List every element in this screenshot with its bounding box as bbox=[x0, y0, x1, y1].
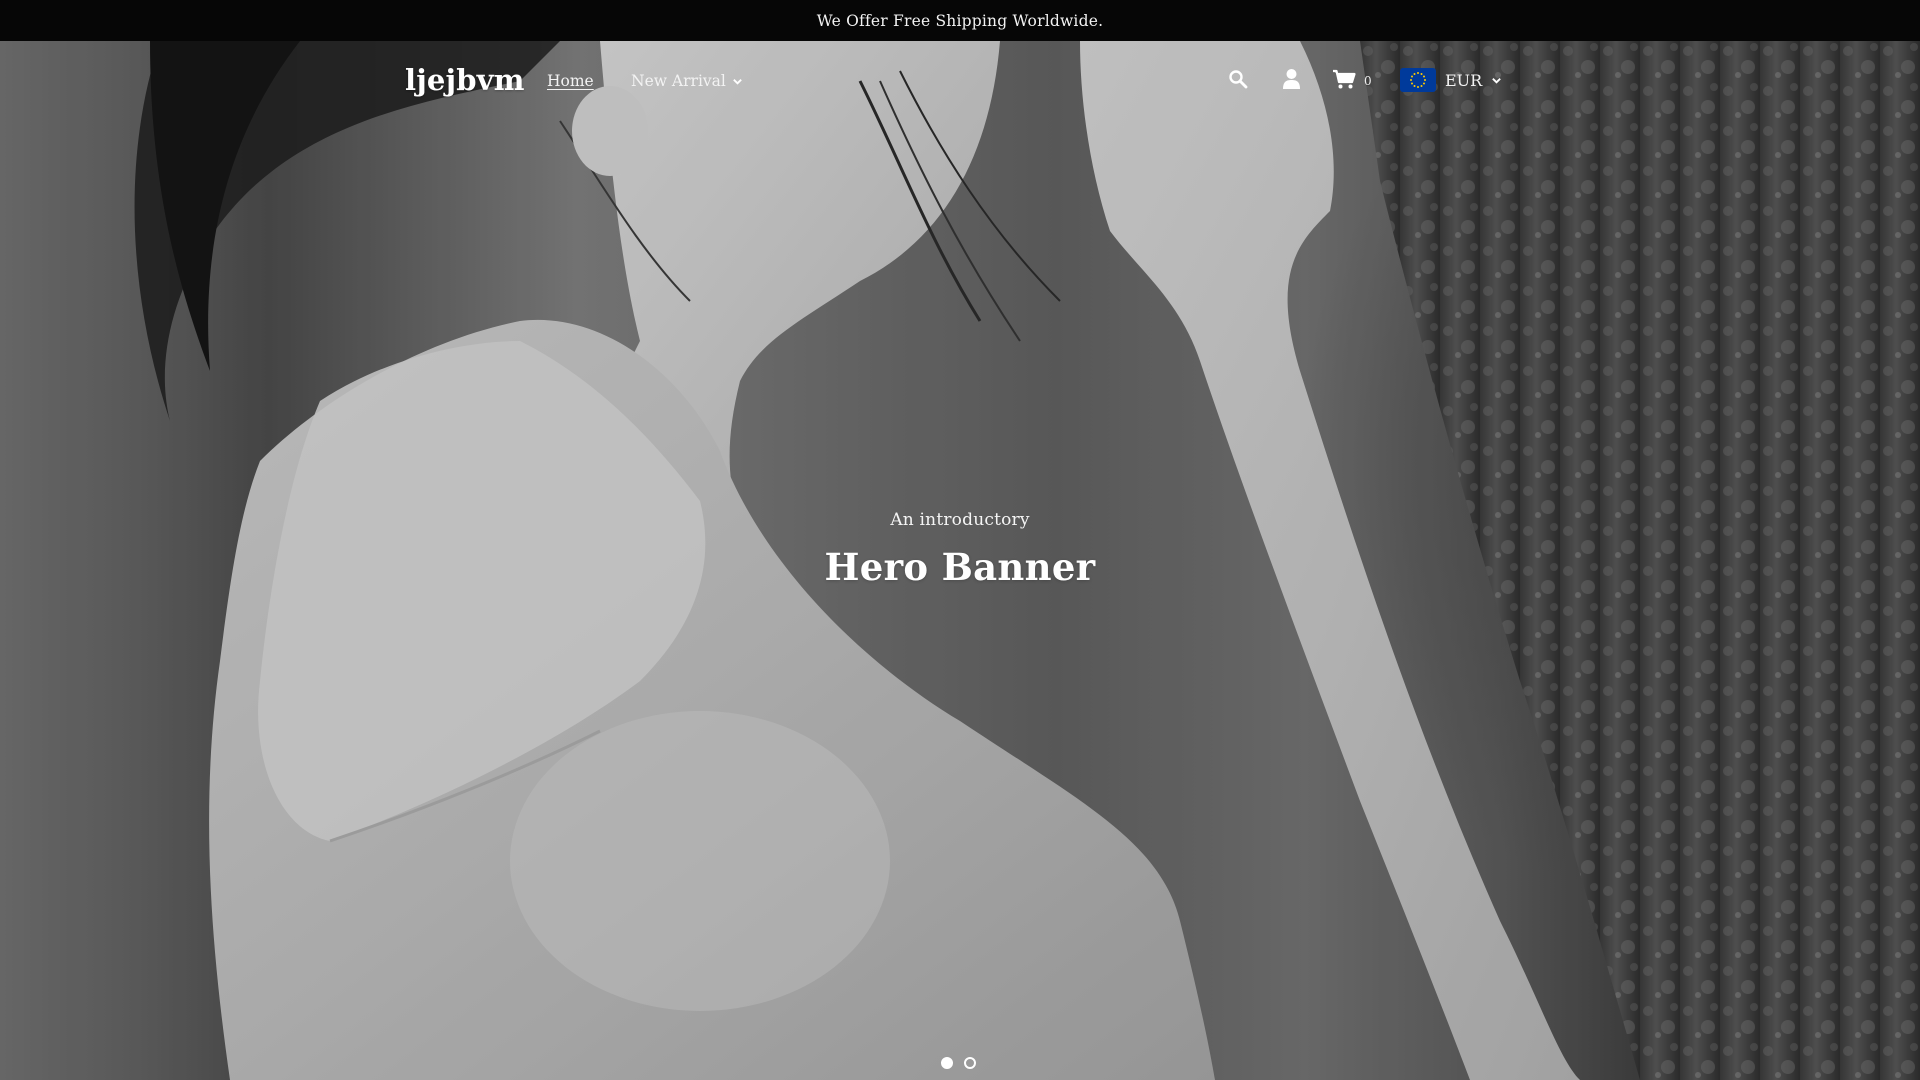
nav-link-home[interactable]: Home bbox=[547, 72, 594, 90]
account-button[interactable] bbox=[1282, 68, 1301, 90]
site-header: ljejbvm Home New Arrival 0 EUR bbox=[0, 41, 1920, 121]
store-logo[interactable]: ljejbvm bbox=[405, 63, 525, 97]
search-button[interactable] bbox=[1228, 69, 1248, 89]
currency-label: EUR bbox=[1445, 70, 1483, 90]
currency-selector[interactable]: EUR bbox=[1400, 67, 1502, 93]
nav-dropdown-new-arrival[interactable]: New Arrival bbox=[631, 72, 743, 90]
user-icon bbox=[1283, 69, 1300, 89]
eu-flag-icon bbox=[1400, 68, 1436, 92]
hero-title: Hero Banner bbox=[824, 545, 1096, 589]
cart-button[interactable]: 0 bbox=[1332, 69, 1372, 90]
cart-count: 0 bbox=[1364, 74, 1372, 88]
hero-subtitle: An introductory bbox=[890, 510, 1030, 530]
slider-pagination bbox=[941, 1057, 976, 1069]
announcement-bar: We Offer Free Shipping Worldwide. bbox=[0, 0, 1920, 41]
nav-new-arrival-label: New Arrival bbox=[631, 72, 726, 90]
slide-dot-2[interactable] bbox=[964, 1057, 976, 1069]
announcement-text: We Offer Free Shipping Worldwide. bbox=[816, 11, 1104, 30]
slide-dot-1[interactable] bbox=[941, 1057, 953, 1069]
search-icon bbox=[1229, 70, 1248, 89]
cart-icon bbox=[1333, 69, 1356, 89]
chevron-down-icon bbox=[733, 78, 742, 85]
chevron-down-icon bbox=[1492, 77, 1502, 84]
